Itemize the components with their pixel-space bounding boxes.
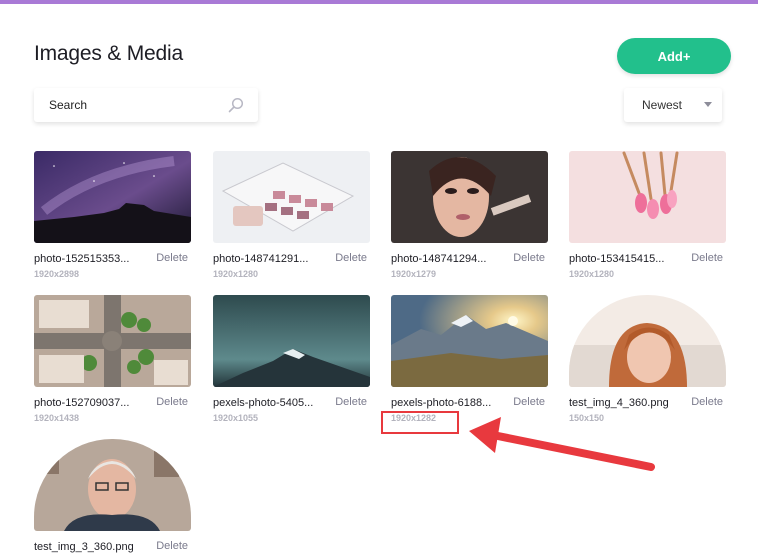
media-thumbnail[interactable] [213,295,370,387]
media-card[interactable]: test_img_4_360.png Delete 150x150 [569,295,726,423]
highlight-box [381,411,459,434]
media-thumbnail[interactable] [569,295,726,387]
page-title: Images & Media [34,42,183,65]
arrow-icon [469,417,655,471]
delete-button[interactable]: Delete [335,252,367,264]
media-thumbnail[interactable] [34,151,191,243]
delete-button[interactable]: Delete [156,540,188,552]
sort-selected-value: Newest [642,98,683,112]
delete-button[interactable]: Delete [335,396,367,408]
media-thumbnail[interactable] [34,295,191,387]
top-accent-bar [0,0,758,4]
media-dimensions: 1920x1279 [391,269,437,279]
search-input[interactable] [47,97,221,113]
media-dimensions: 1920x1280 [213,269,259,279]
add-button[interactable]: Add+ [617,38,731,74]
media-file-name: photo-148741291... [213,253,309,265]
media-card[interactable]: test_img_3_360.png Delete [34,439,191,553]
delete-button[interactable]: Delete [513,396,545,408]
delete-button[interactable]: Delete [156,252,188,264]
media-file-name: pexels-photo-6188... [391,397,492,409]
delete-button[interactable]: Delete [156,396,188,408]
media-card[interactable]: photo-153415415... Delete 1920x1280 [569,151,726,279]
search-icon[interactable] [228,97,244,113]
media-file-name: photo-153415415... [569,253,665,265]
media-file-name: photo-152709037... [34,397,130,409]
media-thumbnail[interactable] [213,151,370,243]
media-file-name: photo-152515353... [34,253,130,265]
delete-button[interactable]: Delete [691,396,723,408]
media-card[interactable]: photo-148741291... Delete 1920x1280 [213,151,370,279]
delete-button[interactable]: Delete [691,252,723,264]
media-card[interactable]: pexels-photo-5405... Delete 1920x1055 [213,295,370,423]
media-dimensions: 1920x2898 [34,269,80,279]
media-file-name: test_img_4_360.png [569,397,669,409]
media-thumbnail[interactable] [569,151,726,243]
media-thumbnail[interactable] [391,151,548,243]
media-card[interactable]: photo-152709037... Delete 1920x1438 [34,295,191,423]
media-thumbnail[interactable] [34,439,191,531]
media-file-name: pexels-photo-5405... [213,397,314,409]
media-card[interactable]: pexels-photo-6188... Delete 1920x1282 [391,295,548,423]
chevron-down-icon [704,102,712,107]
media-thumbnail[interactable] [391,295,548,387]
media-card[interactable]: photo-148741294... Delete 1920x1279 [391,151,548,279]
media-dimensions: 1920x1438 [34,413,80,423]
media-card[interactable]: photo-152515353... Delete 1920x2898 [34,151,191,279]
media-file-name: photo-148741294... [391,253,487,265]
delete-button[interactable]: Delete [513,252,545,264]
sort-select[interactable]: Newest [624,88,722,122]
media-dimensions: 1920x1280 [569,269,615,279]
media-file-name: test_img_3_360.png [34,541,134,553]
search-box [34,88,258,122]
media-dimensions: 1920x1055 [213,413,259,423]
